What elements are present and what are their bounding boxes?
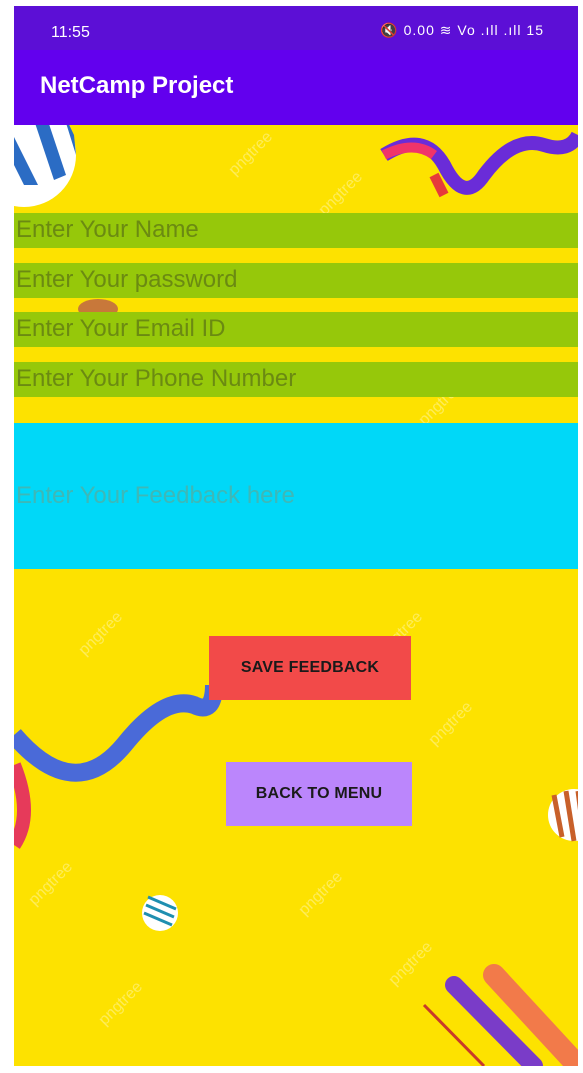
phone-screen: 11:55 🔇 0.00 ≋ Vo .ıll .ıll 15 NetCamp P… [14,6,578,1066]
status-time: 11:55 [51,24,90,41]
volte-icon: Vo [457,22,476,38]
email-input[interactable]: Enter Your Email ID [14,312,578,347]
save-feedback-button[interactable]: SAVE FEEDBACK [209,636,411,700]
network-speed: 0.00 [403,22,435,38]
battery-icon: 15 [526,22,544,38]
feedback-input[interactable]: Enter Your Feedback here [14,423,578,569]
back-to-menu-button[interactable]: BACK TO MENU [226,762,412,826]
ribbon-middle-left [14,684,223,782]
status-bar: 11:55 🔇 0.00 ≋ Vo .ıll .ıll 15 [14,6,578,50]
status-icons: 🔇 0.00 ≋ Vo .ıll .ıll 15 [380,22,544,39]
app-bar: NetCamp Project [14,50,578,125]
content-area: pngtree pngtree pngtree pngtree pngtree … [14,125,578,1066]
password-input[interactable]: Enter Your password [14,263,578,298]
phone-input[interactable]: Enter Your Phone Number [14,362,578,397]
wifi-icon: ≋ [439,22,453,38]
mute-icon: 🔇 [380,22,399,38]
app-title: NetCamp Project [40,72,234,99]
signal-icon: .ıll .ıll [480,22,522,38]
name-input[interactable]: Enter Your Name [14,213,578,248]
